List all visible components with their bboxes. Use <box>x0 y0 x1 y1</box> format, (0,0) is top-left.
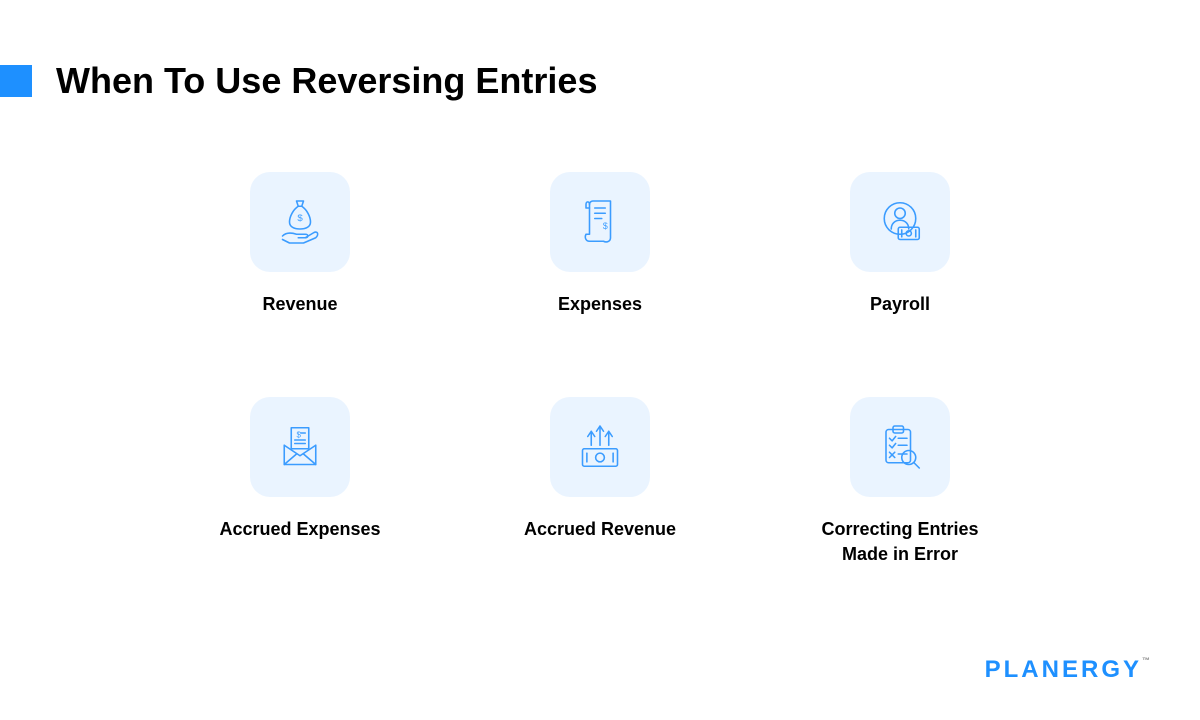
card-label: Expenses <box>558 292 642 317</box>
header-accent-bar <box>0 65 32 97</box>
envelope-document-icon: $ <box>250 397 350 497</box>
card-label: Correcting Entries Made in Error <box>800 517 1000 567</box>
clipboard-check-icon <box>850 397 950 497</box>
page-title: When To Use Reversing Entries <box>56 60 597 102</box>
card-expenses: $ Expenses <box>480 172 720 317</box>
card-label: Accrued Revenue <box>524 517 676 542</box>
card-accrued-expenses: $ Accrued Expenses <box>180 397 420 567</box>
card-label: Revenue <box>262 292 337 317</box>
svg-text:$: $ <box>603 221 608 231</box>
card-correcting-entries: Correcting Entries Made in Error <box>780 397 1020 567</box>
brand-logo: PLANERGY™ <box>985 656 1150 684</box>
receipt-icon: $ <box>550 172 650 272</box>
cards-grid: $ Revenue $ Expenses <box>0 102 1200 568</box>
svg-text:$: $ <box>297 213 303 224</box>
card-payroll: Payroll <box>780 172 1020 317</box>
person-cash-icon <box>850 172 950 272</box>
svg-text:$: $ <box>297 431 302 440</box>
cash-arrows-icon <box>550 397 650 497</box>
card-accrued-revenue: Accrued Revenue <box>480 397 720 567</box>
card-label: Payroll <box>870 292 930 317</box>
card-revenue: $ Revenue <box>180 172 420 317</box>
card-label: Accrued Expenses <box>219 517 380 542</box>
money-bag-hand-icon: $ <box>250 172 350 272</box>
header: When To Use Reversing Entries <box>0 0 1200 102</box>
